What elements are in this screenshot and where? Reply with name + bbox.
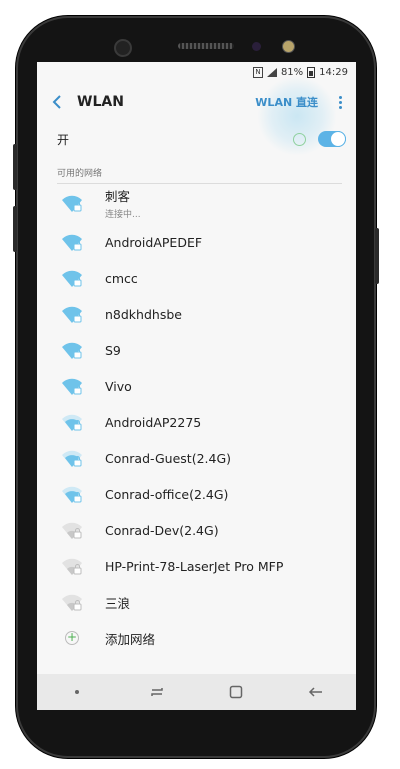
wifi-locked-icon (61, 342, 83, 360)
wlan-toggle[interactable] (318, 131, 346, 147)
back-button[interactable] (37, 82, 77, 122)
network-name: AndroidAP2275 (105, 414, 202, 430)
battery-percent: 81% (280, 66, 304, 78)
power-button (375, 228, 379, 284)
screen: N 81% 14:29 WLAN WLAN 直连 开 可用的网络 刺客 连接中.… (37, 62, 356, 710)
add-network-row[interactable]: + 添加网络 (37, 620, 356, 656)
top-bezel (16, 16, 376, 64)
network-item[interactable]: 三浪 (37, 584, 356, 620)
volume-button (13, 144, 17, 190)
network-name: Conrad-office(2.4G) (105, 486, 229, 502)
network-name: Vivo (105, 378, 132, 394)
clock: 14:29 (319, 66, 348, 78)
network-item[interactable]: cmcc (37, 260, 356, 296)
network-name: cmcc (105, 270, 138, 286)
plus-icon: + (65, 630, 79, 645)
network-name: S9 (105, 342, 121, 358)
wifi-locked-icon (61, 378, 83, 396)
home-button[interactable] (221, 680, 251, 704)
flash-led (282, 40, 295, 53)
network-name: Conrad-Dev(2.4G) (105, 522, 219, 538)
app-bar: WLAN WLAN 直连 (37, 82, 356, 122)
network-item[interactable]: Vivo (37, 368, 356, 404)
proximity-sensor (252, 42, 261, 51)
wifi-locked-icon (61, 594, 83, 612)
network-name: HP-Print-78-LaserJet Pro MFP (105, 558, 284, 574)
home-icon (230, 685, 243, 699)
recents-icon (150, 688, 163, 696)
page-title: WLAN (77, 94, 124, 110)
recents-button[interactable] (142, 680, 172, 704)
wifi-direct-button[interactable]: WLAN 直连 (255, 94, 318, 110)
wifi-locked-icon (61, 558, 83, 576)
network-status: 连接中... (105, 210, 141, 220)
network-name: 三浪 (105, 595, 131, 611)
add-network-label: 添加网络 (105, 631, 156, 647)
network-item[interactable]: S9 (37, 332, 356, 368)
network-item[interactable]: 刺客 连接中... (37, 182, 356, 224)
back-arrow-icon (309, 687, 323, 697)
toggle-knob (330, 131, 346, 147)
network-name: 刺客 (105, 189, 131, 204)
dot-icon (74, 690, 79, 694)
network-name: Conrad-Guest(2.4G) (105, 450, 232, 466)
nav-dot-button[interactable] (62, 680, 92, 704)
network-item[interactable]: AndroidAPEDEF (37, 224, 356, 260)
network-name: n8dkhdhsbe (105, 306, 182, 322)
wlan-switch-label: 开 (57, 132, 70, 147)
wifi-locked-icon (61, 486, 83, 504)
wifi-locked-icon (61, 195, 83, 213)
nfc-icon: N (252, 66, 263, 78)
network-item[interactable]: n8dkhdhsbe (37, 296, 356, 332)
wifi-locked-icon (61, 414, 83, 432)
network-item[interactable]: HP-Print-78-LaserJet Pro MFP (37, 548, 356, 584)
signal-icon (266, 67, 277, 77)
phone-frame: N 81% 14:29 WLAN WLAN 直连 开 可用的网络 刺客 连接中.… (13, 16, 379, 758)
scan-indicator-icon (293, 132, 306, 146)
bixby-button (13, 206, 17, 252)
front-camera (114, 39, 132, 57)
battery-icon (307, 66, 316, 78)
navigation-bar (37, 674, 356, 710)
earpiece-speaker (178, 43, 234, 49)
wifi-locked-icon (61, 234, 83, 252)
chevron-left-icon (52, 95, 61, 109)
network-item[interactable]: AndroidAP2275 (37, 404, 356, 440)
wifi-locked-icon (61, 270, 83, 288)
network-item[interactable]: Conrad-Dev(2.4G) (37, 512, 356, 548)
wifi-locked-icon (61, 306, 83, 324)
wlan-master-row[interactable]: 开 (37, 124, 356, 154)
wifi-locked-icon (61, 522, 83, 540)
more-options-icon[interactable] (328, 82, 352, 122)
network-list: 刺客 连接中... AndroidAPEDEF cmcc n8dkhdhsbe … (37, 182, 356, 656)
network-name: AndroidAPEDEF (105, 234, 203, 250)
network-item[interactable]: Conrad-office(2.4G) (37, 476, 356, 512)
back-nav-button[interactable] (301, 680, 331, 704)
network-item[interactable]: Conrad-Guest(2.4G) (37, 440, 356, 476)
wifi-locked-icon (61, 450, 83, 468)
status-bar: N 81% 14:29 (37, 62, 356, 82)
